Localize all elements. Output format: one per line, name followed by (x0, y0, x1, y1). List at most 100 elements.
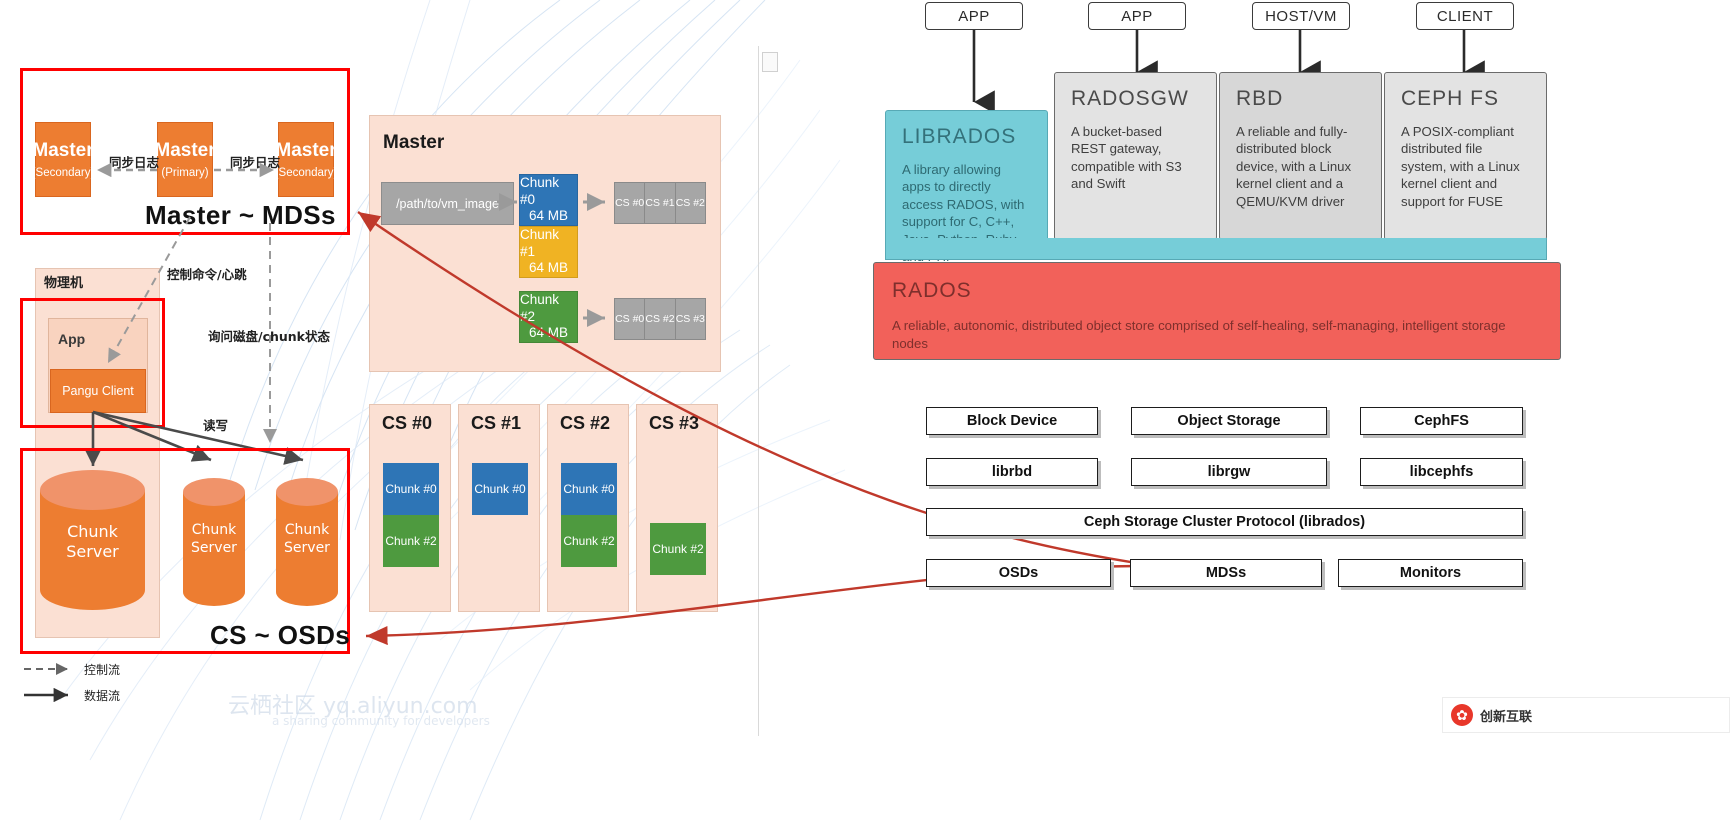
client-label: HOST/VM (1265, 7, 1337, 25)
chunk-1-block: Chunk #1 64 MB (519, 226, 578, 278)
vm-image-path-box: /path/to/vm_image (381, 182, 514, 225)
ceph-client-client: CLIENT (1416, 2, 1514, 30)
chunk-name: Chunk #2 (520, 291, 560, 324)
replica-row-bottom: CS #0 CS #2 CS #3 (614, 298, 706, 340)
chunk-server-2: Chunk Server (183, 478, 245, 608)
cs-panel-header: CS #0 (382, 413, 433, 433)
cs-panel-2: CS #2 Chunk #0 Chunk #2 (547, 404, 629, 612)
ceph-client-app-1: APP (925, 2, 1023, 30)
sync-arrow-right (212, 160, 280, 180)
cs-panel-1: CS #1 Chunk #0 (458, 404, 540, 612)
ceph-service-radosgw: RADOSGW A bucket-based REST gateway, com… (1054, 72, 1217, 240)
replica-cell: CS #3 (675, 299, 705, 339)
chunk-name: Chunk #1 (520, 226, 560, 259)
service-title: RADOSGW (1071, 87, 1189, 110)
stack-label: MDSs (1205, 565, 1247, 581)
service-description: A bucket-based REST gateway, compatible … (1071, 124, 1182, 192)
stack-label: Monitors (1399, 565, 1462, 581)
stack-label: librbd (991, 464, 1033, 480)
service-title: CEPH FS (1401, 87, 1500, 110)
chunk-size: 64 MB (528, 260, 569, 276)
brand-name: 创新互联 (1480, 709, 1533, 725)
stack-librbd: librbd (926, 458, 1098, 486)
chunk-size: 64 MB (528, 208, 569, 224)
stack-mdss: MDSs (1130, 559, 1322, 587)
service-description: A POSIX-compliant distributed file syste… (1401, 124, 1520, 209)
chunk-server-1: Chunk Server (40, 470, 145, 610)
stack-label: Block Device (966, 413, 1058, 429)
legend-data-flow-label: 数据流 (84, 689, 121, 703)
page-thumbnail-marker (762, 52, 778, 72)
chunk0-to-replicas-arrow (583, 192, 613, 212)
master-role: (Secondary) (31, 166, 95, 179)
physical-host-label: 物理机 (44, 276, 84, 291)
stack-monitors: Monitors (1338, 559, 1523, 587)
replica-cell: CS #0 (615, 299, 646, 339)
sync-arrow-left (91, 160, 159, 180)
client-label: APP (958, 7, 990, 25)
master-title: Master (32, 139, 94, 161)
chunk-server-label: Chunk Server (191, 522, 237, 556)
ceph-client-hostvm: HOST/VM (1252, 2, 1350, 30)
stack-protocol: Ceph Storage Cluster Protocol (librados) (926, 508, 1523, 536)
ceph-service-librados: LIBRADOS A library allowing apps to dire… (885, 110, 1048, 264)
stack-object-storage: Object Storage (1131, 407, 1327, 435)
stack-label: Ceph Storage Cluster Protocol (librados) (1083, 514, 1366, 530)
service-title: LIBRADOS (902, 125, 1017, 148)
stack-libcephfs: libcephfs (1360, 458, 1523, 486)
stack-label: Object Storage (1177, 413, 1281, 429)
chunk-server-label: Chunk Server (66, 522, 119, 561)
replica-cell: CS #2 (675, 183, 705, 223)
ceph-service-rbd: RBD A reliable and fully-distributed blo… (1219, 72, 1382, 240)
stack-label: CephFS (1414, 413, 1469, 429)
cs-panel-header: CS #2 (560, 413, 611, 433)
rados-title: RADOS (892, 279, 972, 302)
vm-image-path: /path/to/vm_image (396, 196, 499, 211)
chunk-0-block: Chunk #0 64 MB (519, 174, 578, 226)
chunk-size: 64 MB (528, 325, 569, 341)
master-secondary-left: Master (Secondary) (32, 122, 94, 197)
chunk-server-3: Chunk Server (276, 478, 338, 608)
chunk2-to-replicas-arrow (583, 308, 613, 328)
service-title: RBD (1236, 87, 1284, 110)
replica-cell: CS #0 (615, 183, 646, 223)
stack-label: OSDs (998, 565, 1039, 581)
creative-logo-icon: ✿ (1451, 704, 1473, 726)
replica-row-top: CS #0 CS #1 CS #2 (614, 182, 706, 224)
chunk-name: Chunk #0 (520, 174, 560, 207)
service-description: A reliable and fully-distributed block d… (1236, 124, 1352, 209)
stack-cephfs: CephFS (1360, 407, 1523, 435)
client-label: APP (1121, 7, 1153, 25)
stack-label: librgw (1207, 464, 1251, 480)
cs-chunk: Chunk #0 (561, 463, 617, 515)
chunk-server-label: Chunk Server (284, 522, 330, 556)
cs-chunk: Chunk #0 (383, 463, 439, 515)
stack-block-device: Block Device (926, 407, 1098, 435)
legend-control-flow-arrow (22, 662, 74, 676)
stack-librgw: librgw (1131, 458, 1327, 486)
cs-panel-3: CS #3 Chunk #2 (636, 404, 718, 612)
client-label: CLIENT (1436, 7, 1494, 25)
annotation-cs-osds: CS ~ OSDs (210, 620, 351, 650)
brand-logo: ✿ 创新互联 (1442, 697, 1730, 733)
cs-chunk: Chunk #2 (383, 515, 439, 567)
cs-chunk: Chunk #2 (650, 523, 706, 575)
stack-osds: OSDs (926, 559, 1111, 587)
cs-chunk: Chunk #0 (472, 463, 528, 515)
rados-description: A reliable, autonomic, distributed objec… (892, 318, 1506, 351)
replica-cell: CS #1 (645, 183, 676, 223)
legend-control-flow-label: 控制流 (84, 663, 121, 677)
ceph-rados-band: RADOS A reliable, autonomic, distributed… (873, 262, 1561, 360)
stack-label: libcephfs (1409, 464, 1474, 480)
cs-chunk: Chunk #2 (561, 515, 617, 567)
ceph-client-app-2: APP (1088, 2, 1186, 30)
cs-panel-header: CS #3 (649, 413, 700, 433)
legend-data-flow-arrow (22, 687, 74, 703)
master-panel-title: Master (383, 132, 445, 153)
chunk-2-block: Chunk #2 64 MB (519, 291, 578, 343)
cs-panel-header: CS #1 (471, 413, 522, 433)
replica-cell: CS #2 (645, 299, 676, 339)
librados-base-strip (885, 238, 1547, 260)
cs-panel-0: CS #0 Chunk #0 Chunk #2 (369, 404, 451, 612)
watermark-line2: a sharing community for developers (272, 714, 490, 728)
